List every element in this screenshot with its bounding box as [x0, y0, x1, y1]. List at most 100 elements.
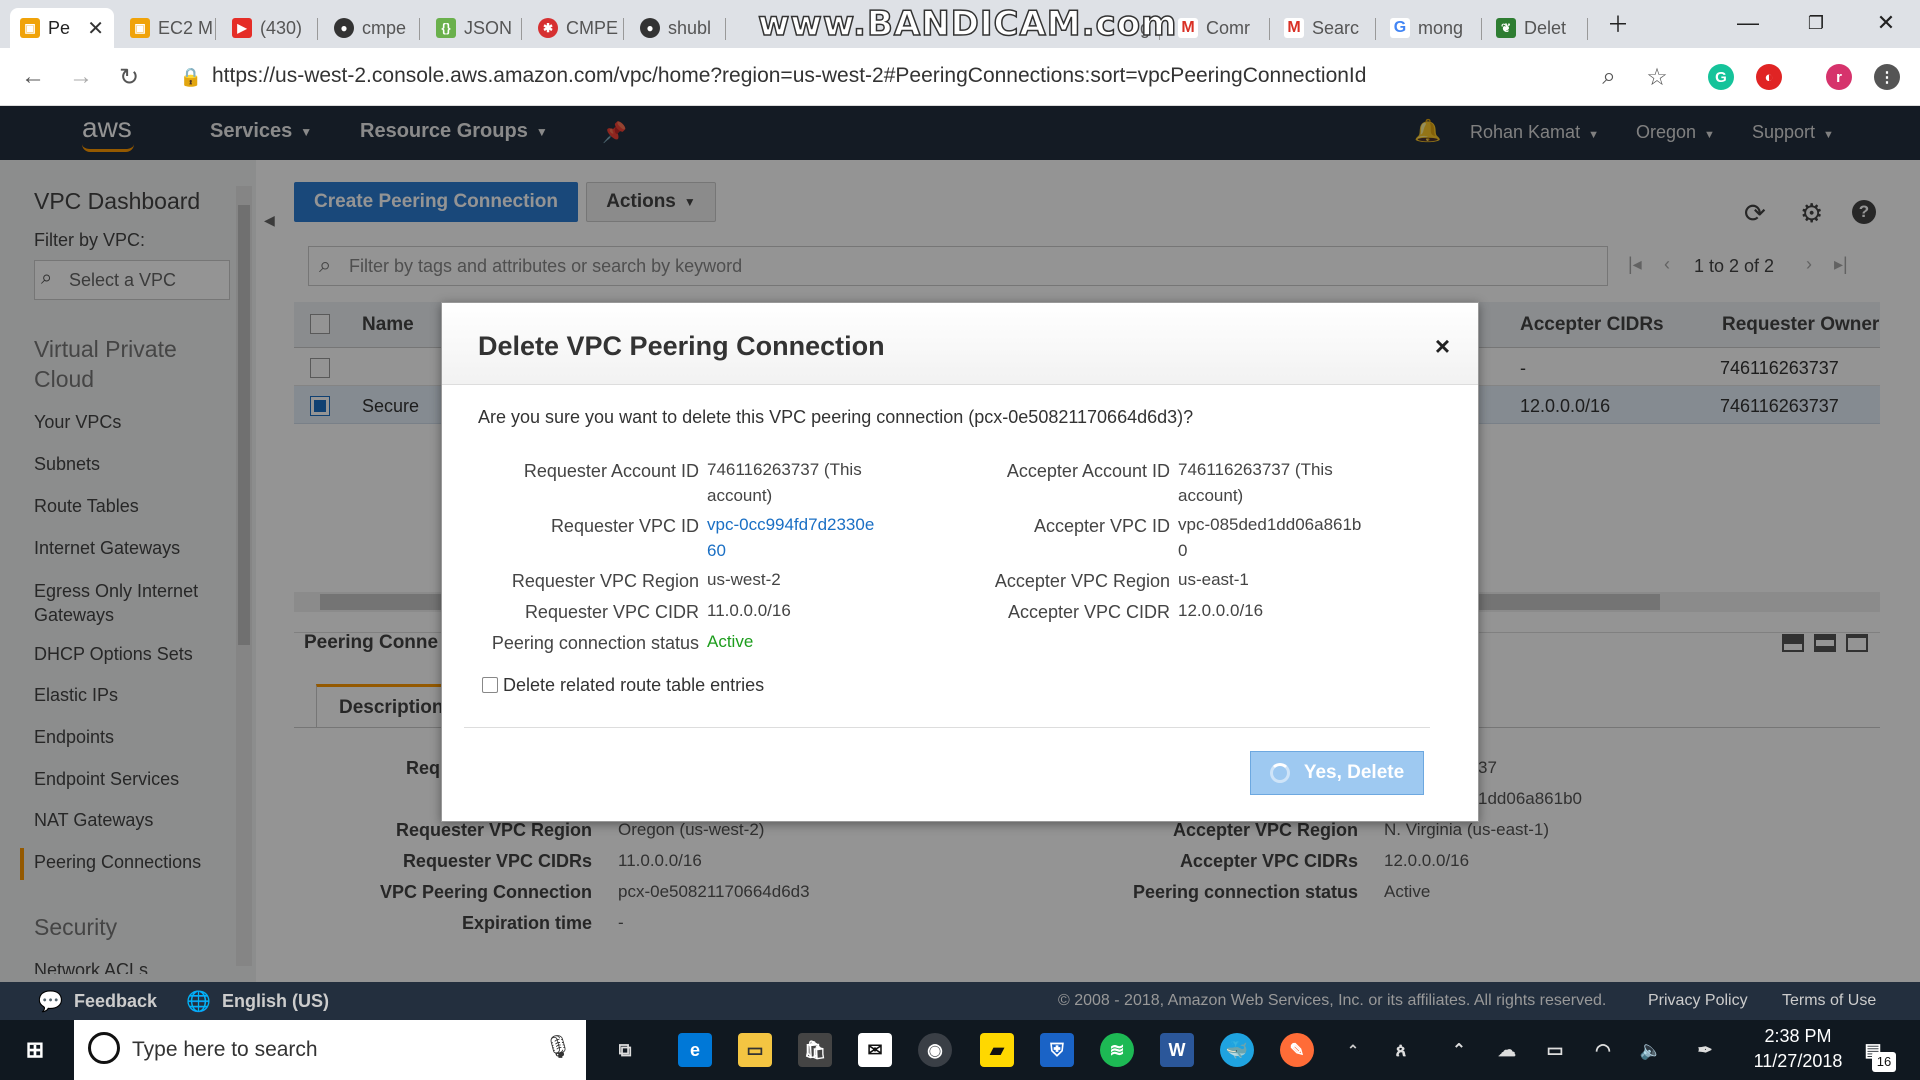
browser-tab[interactable]: ❦ Delet [1486, 8, 1588, 48]
clock[interactable]: 2:38 PM 11/27/2018 [1750, 1026, 1846, 1072]
mail-icon[interactable]: ✉ [858, 1033, 892, 1067]
spotify-icon[interactable]: ≋ [1100, 1033, 1134, 1067]
taskbar-search[interactable]: Type here to search 🎙 [74, 1020, 586, 1080]
edge-icon[interactable]: e [678, 1033, 712, 1067]
json-icon: {} [436, 18, 456, 38]
minimize-button[interactable]: — [1728, 8, 1768, 38]
browser-tab[interactable]: {} JSON [426, 8, 522, 48]
lock-icon: 🔒 [179, 66, 203, 87]
wifi-icon[interactable]: ◠ [1586, 1033, 1620, 1067]
close-icon[interactable]: × [1435, 331, 1450, 362]
browser-tab[interactable]: ● shubl [630, 8, 726, 48]
requester-vpc-link[interactable]: vpc-0cc994fd7d2330e60 [707, 512, 882, 564]
language-selector[interactable]: English (US) [222, 991, 329, 1012]
requester-cidr-label: Requester VPC CIDR [524, 602, 699, 622]
profile-avatar[interactable]: r [1826, 64, 1852, 90]
status-label: Peering connection status [491, 633, 699, 653]
tab-label: Comr [1206, 17, 1250, 38]
new-tab-button[interactable]: ＋ [1598, 8, 1638, 38]
spinner-icon [1269, 763, 1290, 783]
bookmark-star-icon[interactable]: ☆ [1642, 62, 1672, 92]
browser-tab[interactable]: ▣ EC2 M [120, 8, 216, 48]
requester-account-value: 746116263737 (This account) [707, 460, 862, 505]
url-bar[interactable]: https://us-west-2.console.aws.amazon.com… [212, 64, 1366, 88]
tab-label: Delet [1524, 17, 1567, 38]
tab-label: (430) [260, 17, 303, 38]
browser-tab-strip: ▣ Pe ✕ ▣ EC2 M ▶ (430) ● cmpe {} JSON ✱ … [0, 0, 1920, 48]
clock-time: 2:38 PM [1764, 1026, 1832, 1046]
browser-toolbar: ← → ↻ 🔒 https://us-west-2.console.aws.am… [0, 48, 1920, 106]
taskbar-scroll-icon[interactable]: ⌃ [1336, 1033, 1370, 1067]
mongodb-icon: ❦ [1496, 18, 1516, 38]
yes-delete-button[interactable]: Yes, Delete [1250, 751, 1424, 795]
tab-label: CMPE [566, 17, 619, 38]
menu-icon[interactable]: ⋮ [1874, 64, 1900, 90]
aws-favicon-icon: ▣ [20, 18, 40, 38]
browser-tab[interactable]: M Comr [1168, 8, 1270, 48]
privacy-link[interactable]: Privacy Policy [1648, 992, 1748, 1010]
delete-route-entries-label[interactable]: Delete related route table entries [503, 675, 764, 696]
tab-label: EC2 M [158, 17, 214, 38]
mcafee-icon[interactable]: ⛨ [1040, 1033, 1074, 1067]
requester-cidr-value: 11.0.0.0/16 [707, 601, 791, 620]
close-icon[interactable]: ✕ [87, 16, 104, 41]
reload-icon[interactable]: ↻ [114, 62, 144, 92]
windows-start-icon[interactable]: ⊞ [18, 1033, 52, 1067]
accepter-vpc-label: Accepter VPC ID [1033, 516, 1170, 536]
microphone-icon[interactable]: 🎙 [544, 1034, 572, 1060]
requester-account-label: Requester Account ID [523, 461, 699, 481]
browser-tab[interactable]: G mong [1380, 8, 1482, 48]
github-icon: ● [334, 18, 354, 38]
word-icon[interactable]: W [1160, 1033, 1194, 1067]
browser-tab[interactable]: M Searc [1274, 8, 1376, 48]
copyright: © 2008 - 2018, Amazon Web Services, Inc.… [1058, 992, 1607, 1009]
cortana-icon [88, 1032, 120, 1064]
browser-tab[interactable]: ▶ (430) [222, 8, 318, 48]
browser-tab[interactable]: ● cmpe [324, 8, 420, 48]
cmpe-icon: ✱ [538, 18, 558, 38]
terms-link[interactable]: Terms of Use [1782, 992, 1876, 1010]
sticky-notes-icon[interactable]: ▰ [980, 1033, 1014, 1067]
docker-icon[interactable]: 🐳 [1220, 1033, 1254, 1067]
zoom-icon[interactable]: ⌕ [1594, 62, 1624, 92]
accepter-account-label: Accepter Account ID [1006, 461, 1170, 481]
tab-label: Pe [48, 17, 71, 38]
gmail-icon: M [1284, 18, 1304, 38]
accepter-cidr-value: 12.0.0.0/16 [1178, 601, 1264, 620]
tab-label: shubl [668, 17, 712, 38]
dialog-title: Delete VPC Peering Connection [478, 331, 885, 361]
tab-label: JSON [464, 17, 513, 38]
browser-tab[interactable]: ✱ CMPE [528, 8, 624, 48]
pen-icon[interactable]: ✒ [1688, 1033, 1722, 1067]
delete-peering-dialog: Delete VPC Peering Connection × Are you … [441, 302, 1479, 822]
chevron-up-icon[interactable]: ⌃ [1442, 1033, 1476, 1067]
postman-icon[interactable]: ✎ [1280, 1033, 1314, 1067]
people-icon[interactable]: ጰ [1384, 1033, 1418, 1067]
restore-button[interactable]: ❐ [1796, 8, 1836, 38]
youtube-icon: ▶ [232, 18, 252, 38]
feedback-link[interactable]: Feedback [74, 991, 157, 1012]
tab-label: cmpe [362, 17, 407, 38]
browser-tab[interactable]: ▣ Pe ✕ [10, 8, 114, 48]
battery-icon[interactable]: ▭ [1538, 1033, 1572, 1067]
extension-icon[interactable]: ◐ [1756, 64, 1782, 90]
volume-icon[interactable]: 🔈 [1634, 1033, 1668, 1067]
grammarly-icon[interactable]: G [1708, 64, 1734, 90]
windows-taskbar: ⊞ Type here to search 🎙 ⧉ e ▭ 🛍 ✉ ◉ ▰ ⛨ … [0, 1020, 1920, 1080]
bandicam-watermark: www.BANDICAM.com [757, 3, 1178, 45]
accepter-vpc-value: vpc-085ded1dd06a861b0 [1178, 515, 1362, 560]
delete-route-entries-checkbox[interactable] [482, 677, 498, 693]
dialog-question: Are you sure you want to delete this VPC… [478, 407, 1194, 427]
accepter-account-value: 746116263737 (This account) [1178, 460, 1333, 505]
onedrive-icon[interactable]: ☁ [1490, 1033, 1524, 1067]
status-value: Active [707, 632, 754, 651]
store-icon[interactable]: 🛍 [798, 1033, 832, 1067]
task-view-icon[interactable]: ⧉ [608, 1033, 642, 1067]
chrome-icon[interactable]: ◉ [918, 1033, 952, 1067]
file-explorer-icon[interactable]: ▭ [738, 1033, 772, 1067]
tab-label: Searc [1312, 17, 1360, 38]
gmail-icon: M [1178, 18, 1198, 38]
forward-icon[interactable]: → [66, 62, 96, 92]
close-window-button[interactable]: ✕ [1866, 8, 1906, 38]
back-icon[interactable]: ← [18, 62, 48, 92]
